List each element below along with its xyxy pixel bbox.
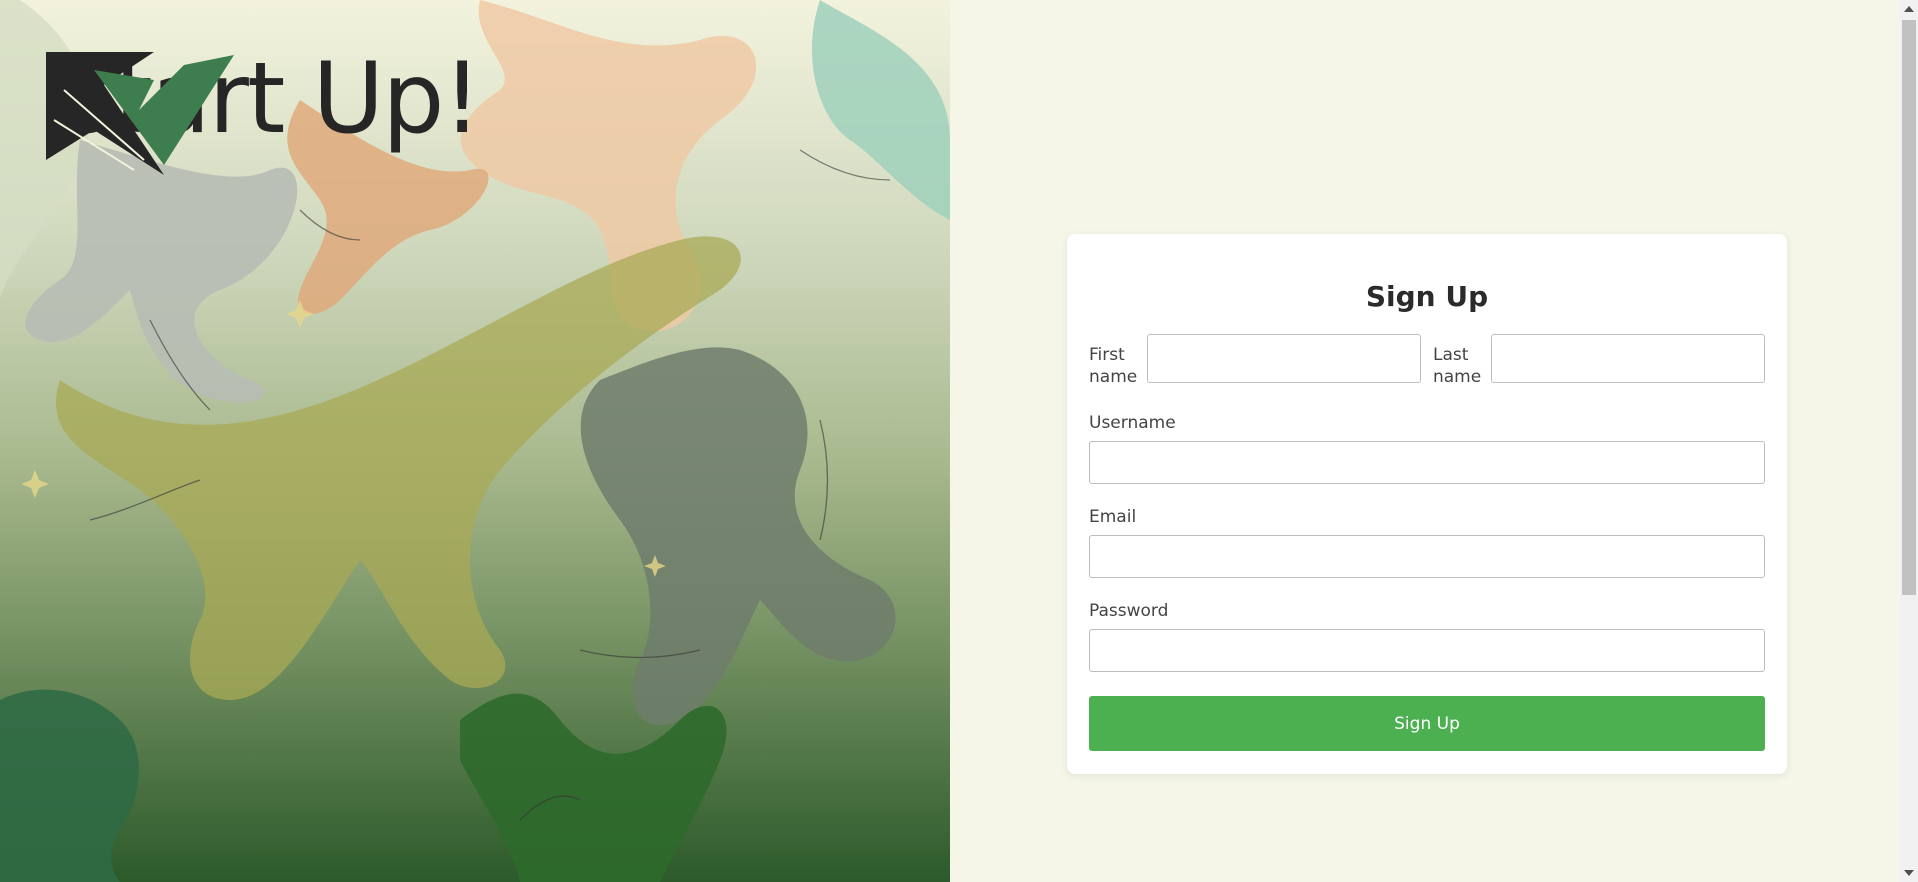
last-name-field[interactable] [1490, 334, 1765, 383]
hero-artwork: Start Up! [0, 0, 950, 882]
email-label: Email [1089, 507, 1137, 527]
last-name-label: Last name [1432, 345, 1482, 387]
scroll-down-icon[interactable] [1904, 870, 1914, 876]
first-name-field[interactable] [1146, 334, 1422, 383]
scroll-up-icon[interactable] [1904, 6, 1914, 12]
vertical-scrollbar[interactable] [1900, 0, 1918, 882]
password-field[interactable] [1089, 629, 1765, 672]
password-label: Password [1089, 601, 1169, 621]
username-label: Username [1089, 413, 1176, 433]
email-field[interactable] [1089, 535, 1765, 578]
signup-panel: Sign Up First name Last name Username Em… [950, 0, 1900, 882]
name-row: First name Last name [1089, 334, 1765, 388]
checkmark-logo-icon [46, 52, 234, 175]
sign-up-button[interactable]: Sign Up [1089, 696, 1765, 751]
signup-card: Sign Up First name Last name Username Em… [1067, 234, 1787, 774]
scroll-thumb[interactable] [1902, 20, 1916, 595]
first-name-label: First name [1089, 345, 1138, 387]
brand-logo: Start Up! [44, 50, 482, 175]
form-title: Sign Up [1365, 280, 1489, 313]
username-field[interactable] [1089, 441, 1765, 484]
